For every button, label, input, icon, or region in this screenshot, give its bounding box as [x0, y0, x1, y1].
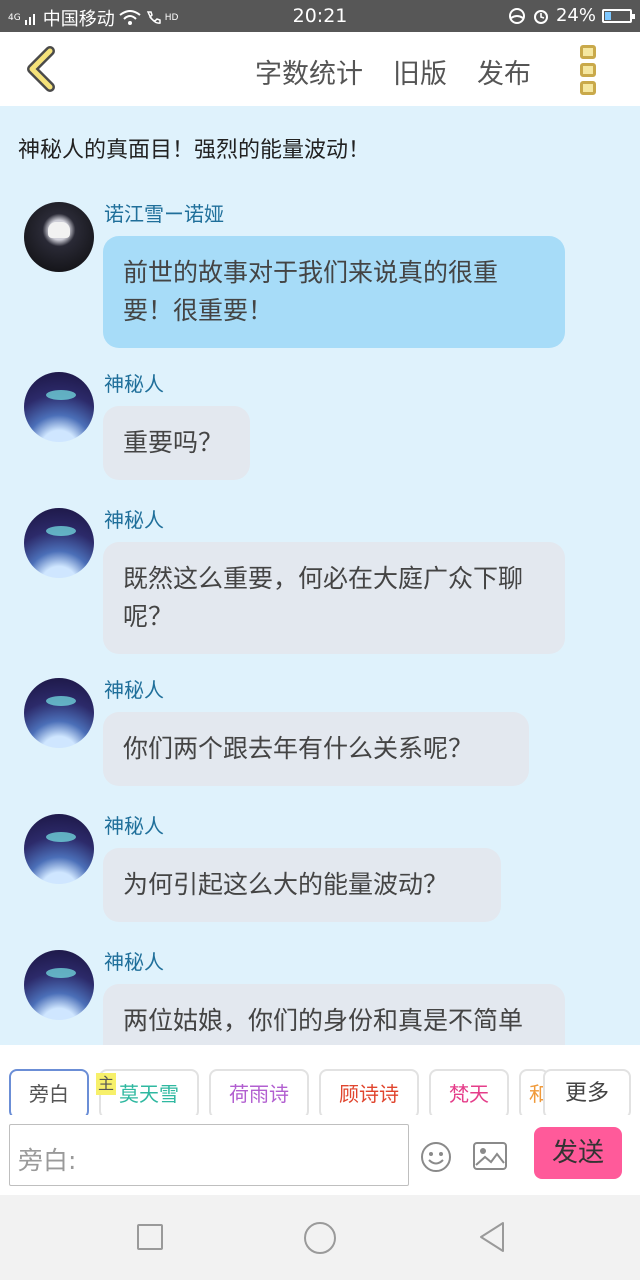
avatar[interactable]	[24, 508, 94, 578]
more-menu-icon[interactable]	[580, 45, 598, 95]
chat-title: 神秘人的真面目！强烈的能量波动！	[18, 138, 371, 163]
message-bubble[interactable]: 为何引起这么大的能量波动？	[103, 848, 501, 922]
avatar[interactable]	[24, 950, 94, 1020]
image-icon[interactable]	[473, 1141, 507, 1171]
sender-name: 神秘人	[104, 508, 164, 532]
avatar[interactable]	[24, 202, 94, 272]
message-bubble[interactable]: 你们两个跟去年有什么关系呢？	[103, 712, 529, 786]
input-row: 旁白: 发送	[0, 1115, 640, 1195]
message-bubble[interactable]: 重要吗？	[103, 406, 250, 480]
back-arrow-icon[interactable]	[20, 46, 64, 92]
role-tab-narration[interactable]: 旁白	[9, 1069, 89, 1119]
sender-name: 神秘人	[104, 372, 164, 396]
back-triangle-icon[interactable]	[478, 1221, 506, 1253]
role-tab-3[interactable]: 顾诗诗	[319, 1069, 419, 1119]
battery-percent: 24%	[555, 5, 596, 26]
status-bar: 4G 中国移动 HD 20:21 24%	[0, 0, 640, 32]
system-nav-bar	[0, 1195, 640, 1280]
alarm-icon	[533, 9, 548, 24]
data-saver-icon	[508, 7, 525, 24]
top-bar: 字数统计 旧版 发布	[0, 32, 640, 106]
avatar[interactable]	[24, 678, 94, 748]
message-input[interactable]: 旁白:	[9, 1124, 409, 1186]
role-tab-4[interactable]: 梵天	[429, 1069, 509, 1119]
top-actions: 字数统计 旧版 发布	[255, 52, 531, 91]
sender-name: 诺江雪ー诺娅	[104, 202, 224, 226]
send-button[interactable]: 发送	[534, 1127, 622, 1179]
sender-name: 神秘人	[104, 950, 164, 974]
message-bubble[interactable]: 既然这么重要，何必在大庭广众下聊呢？	[103, 542, 565, 654]
message-bubble[interactable]: 前世的故事对于我们来说真的很重要！很重要！	[103, 236, 565, 348]
emoji-icon[interactable]	[420, 1141, 452, 1173]
chat-area[interactable]: 神秘人的真面目！强烈的能量波动！ 诺江雪ー诺娅 前世的故事对于我们来说真的很重要…	[0, 106, 640, 1045]
home-icon[interactable]	[304, 1222, 336, 1254]
publish-button[interactable]: 发布	[477, 52, 531, 91]
role-tab-2[interactable]: 荷雨诗	[209, 1069, 309, 1119]
word-count-button[interactable]: 字数统计	[255, 52, 363, 91]
recent-apps-icon[interactable]	[137, 1224, 163, 1250]
main-role-tag: 主	[96, 1073, 116, 1095]
sender-name: 神秘人	[104, 814, 164, 838]
more-roles-button[interactable]: 更多	[543, 1069, 631, 1119]
role-selector: 旁白 莫天雪 荷雨诗 顾诗诗 梵天 和 更多 主	[0, 1045, 640, 1123]
battery-icon	[602, 8, 635, 23]
avatar[interactable]	[24, 372, 94, 442]
sender-name: 神秘人	[104, 678, 164, 702]
old-version-button[interactable]: 旧版	[393, 52, 447, 91]
message-bubble[interactable]: 两位姑娘，你们的身份和真是不简单呢	[103, 984, 565, 1045]
avatar[interactable]	[24, 814, 94, 884]
